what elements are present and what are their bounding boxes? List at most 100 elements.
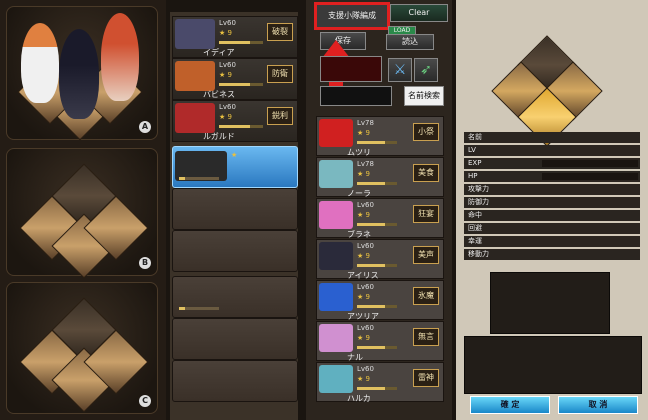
stars: ★ 9 — [219, 113, 232, 121]
stat-label: 幸運 — [468, 237, 482, 245]
formation-c-label: C — [139, 395, 151, 407]
stars: ★ 9 — [357, 129, 370, 137]
level: Lv60 — [357, 365, 374, 373]
unit-name: ハルカ — [347, 394, 371, 403]
party-slot[interactable]: Lv60 ★ 9 防衛 バビネス — [172, 58, 298, 100]
list-item[interactable]: Lv60 ★ 9 雷神ハルカ — [316, 362, 444, 403]
exp-bar — [219, 83, 263, 86]
chibi-red — [101, 13, 139, 101]
exp-bar — [219, 41, 263, 44]
level: Lv60 — [219, 61, 236, 69]
level: Lv60 — [357, 324, 374, 332]
formation-b-label: B — [139, 257, 151, 269]
name-search-button[interactable]: 名前検索 — [404, 86, 444, 106]
skill-badge: 小祭 — [413, 123, 439, 141]
stat-label: 移動力 — [468, 250, 489, 258]
party-slot[interactable]: Lv60 ★ 9 鋭利 ルガルド — [172, 100, 298, 142]
search-input[interactable] — [320, 86, 392, 106]
bow-filter-icon[interactable]: ➶ — [414, 58, 438, 82]
list-item[interactable]: Lv60 ★ 9 氷魔 アツリア — [316, 280, 444, 321]
unit-info-panel: 名前 LV EXP HP 攻撃力防御力命中回避幸運移動力 確 定 取 消 — [456, 0, 648, 420]
level: Lv78 — [357, 160, 374, 168]
portrait — [319, 160, 353, 188]
list-item[interactable]: Lv60 ★ 9 美声 アイリス — [316, 239, 444, 280]
chibi-black — [59, 29, 99, 119]
stars: ★ 9 — [357, 252, 370, 260]
portrait — [175, 61, 215, 91]
level: Lv60 — [357, 283, 374, 291]
party-list: Lv60 ★ 9 破裂 イディア Lv60 ★ 9 防衛 バビネス Lv60 ★… — [170, 12, 298, 420]
exp-bar — [357, 223, 397, 226]
stars: ★ 9 — [219, 29, 232, 37]
stat-label: 防御力 — [468, 198, 489, 206]
unit-name: バビネス — [203, 90, 235, 99]
stat-label: 回避 — [468, 224, 482, 232]
list-item[interactable]: Lv78 ★ 9 小祭 ムツリ — [316, 116, 444, 157]
cancel-button[interactable]: 取 消 — [558, 396, 638, 414]
sword-filter-icon[interactable]: ⚔ — [388, 58, 412, 82]
candidate-panel: 支援小隊編成 Clear 保存 LOAD 読込 ⚔ ➶ 名前検索 Lv78 ★ 9… — [306, 0, 452, 420]
stars: ★ 9 — [219, 71, 232, 79]
portrait — [319, 201, 353, 229]
stat-label: 攻撃力 — [468, 185, 489, 193]
stars: ★ 9 — [357, 170, 370, 178]
formation-c[interactable]: C — [6, 282, 158, 414]
skill-badge: 防衛 — [267, 65, 293, 83]
stat-row: EXP — [464, 158, 640, 169]
stat-row: 回避 — [464, 223, 640, 234]
skill-badge: 狂宴 — [413, 205, 439, 223]
list-item[interactable]: Lv60 ★ 9 無言 ナル — [316, 321, 444, 362]
class-filter-button[interactable] — [320, 56, 382, 82]
skill-badge: 雷神 — [413, 369, 439, 387]
support-party-button[interactable]: 支援小隊編成 — [314, 2, 390, 30]
party-slot-empty[interactable] — [172, 360, 298, 402]
unit-name: ルガルド — [203, 132, 235, 141]
skill-badge: 無言 — [413, 328, 439, 346]
confirm-button[interactable]: 確 定 — [470, 396, 550, 414]
stat-label: 名前 — [468, 133, 482, 141]
stat-row: 命中 — [464, 210, 640, 221]
party-slot[interactable]: Lv60 ★ 9 破裂 イディア — [172, 16, 298, 58]
exp-bar — [357, 141, 397, 144]
stars: ★ 9 — [357, 334, 370, 342]
party-slot-selected[interactable]: ★ — [172, 146, 298, 188]
skill-badge: 鋭利 — [267, 107, 293, 125]
level: Lv60 — [219, 19, 236, 27]
formation-panel: A B C — [0, 0, 166, 420]
formation-a[interactable]: A — [6, 6, 158, 141]
party-slot-empty[interactable] — [172, 188, 298, 230]
list-item[interactable]: Lv78 ★ 9 美食 ノーラ — [316, 157, 444, 198]
stars: ★ 9 — [357, 293, 370, 301]
stat-label: EXP — [468, 159, 482, 167]
party-slot-empty[interactable] — [172, 276, 298, 318]
skill-box — [464, 336, 642, 394]
stat-row: 防御力 — [464, 197, 640, 208]
skill-badge: 美食 — [413, 164, 439, 182]
stat-label: LV — [468, 146, 476, 154]
stat-bar — [542, 173, 638, 180]
level: Lv60 — [219, 103, 236, 111]
chibi-orange — [21, 23, 59, 103]
unit-name: イディア — [203, 48, 235, 57]
party-slot-empty[interactable] — [172, 318, 298, 360]
portrait — [175, 19, 215, 49]
list-item[interactable]: Lv60 ★ 9 狂宴 ブラネ — [316, 198, 444, 239]
skill-badge: 美声 — [413, 246, 439, 264]
exp-bar — [219, 125, 263, 128]
party-slot-empty[interactable] — [172, 230, 298, 272]
portrait — [319, 119, 353, 147]
formation-a-label: A — [139, 121, 151, 133]
stat-label: 命中 — [468, 211, 482, 219]
portrait — [319, 242, 353, 270]
stat-row: 移動力 — [464, 249, 640, 260]
stat-row: LV — [464, 145, 640, 156]
portrait — [319, 365, 353, 393]
load-button[interactable]: 読込 — [386, 34, 434, 50]
level: Lv78 — [357, 119, 374, 127]
clear-button[interactable]: Clear — [390, 4, 448, 22]
stars: ★ 9 — [357, 375, 370, 383]
portrait — [319, 324, 353, 352]
stat-label: HP — [468, 172, 478, 180]
formation-b[interactable]: B — [6, 148, 158, 279]
portrait — [175, 103, 215, 133]
